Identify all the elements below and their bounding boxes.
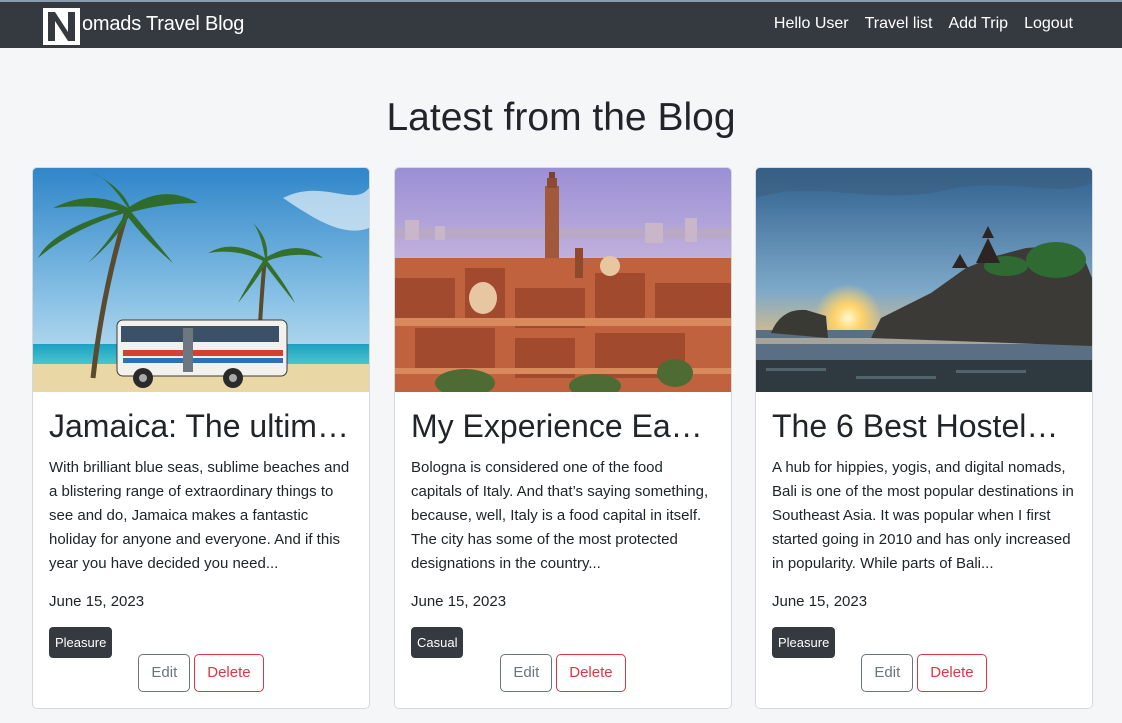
post-image-bali[interactable] bbox=[756, 168, 1092, 392]
post-image-jamaica[interactable] bbox=[33, 168, 369, 392]
nav-greeting[interactable]: Hello User bbox=[774, 15, 849, 33]
top-navbar: omads Travel Blog Hello User Travel list… bbox=[0, 0, 1122, 48]
card-actions: Edit Delete bbox=[756, 654, 1092, 692]
brand-link[interactable]: omads Travel Blog bbox=[43, 6, 244, 46]
nav-logout[interactable]: Logout bbox=[1024, 15, 1073, 33]
logo-icon bbox=[43, 7, 80, 45]
post-image-bologna[interactable] bbox=[395, 168, 731, 392]
post-excerpt: Bologna is considered one of the food ca… bbox=[411, 459, 709, 572]
delete-button[interactable]: Delete bbox=[556, 654, 626, 692]
delete-button[interactable]: Delete bbox=[194, 654, 264, 692]
card-actions: Edit Delete bbox=[395, 654, 731, 692]
edit-button[interactable]: Edit bbox=[861, 654, 914, 692]
post-excerpt: With brilliant blue seas, sublime beache… bbox=[49, 459, 350, 572]
post-date: June 15, 2023 bbox=[411, 593, 507, 610]
post-title[interactable]: Jamaica: The ultimate travel guide bbox=[49, 408, 349, 445]
post-date: June 15, 2023 bbox=[772, 593, 868, 610]
blog-card: Jamaica: The ultimate travel guide With … bbox=[32, 167, 370, 709]
brand-text: omads Travel Blog bbox=[82, 12, 245, 35]
post-date: June 15, 2023 bbox=[49, 593, 145, 610]
post-excerpt: A hub for hippies, yogis, and digital no… bbox=[772, 459, 1074, 572]
nav-travel-list[interactable]: Travel list bbox=[865, 15, 933, 33]
blog-card: My Experience Eating in Bologna Bologna … bbox=[394, 167, 732, 709]
post-title[interactable]: My Experience Eating in Bologna bbox=[411, 408, 711, 445]
nav-add-trip[interactable]: Add Trip bbox=[948, 15, 1008, 33]
blog-card: The 6 Best Hostels In Bali A hub for hip… bbox=[755, 167, 1093, 709]
edit-button[interactable]: Edit bbox=[500, 654, 553, 692]
nav-links: Hello User Travel list Add Trip Logout bbox=[758, 15, 1073, 33]
delete-button[interactable]: Delete bbox=[917, 654, 987, 692]
page-title: Latest from the Blog bbox=[386, 96, 736, 139]
edit-button[interactable]: Edit bbox=[138, 654, 191, 692]
post-title[interactable]: The 6 Best Hostels In Bali bbox=[772, 408, 1072, 445]
card-actions: Edit Delete bbox=[33, 654, 369, 692]
